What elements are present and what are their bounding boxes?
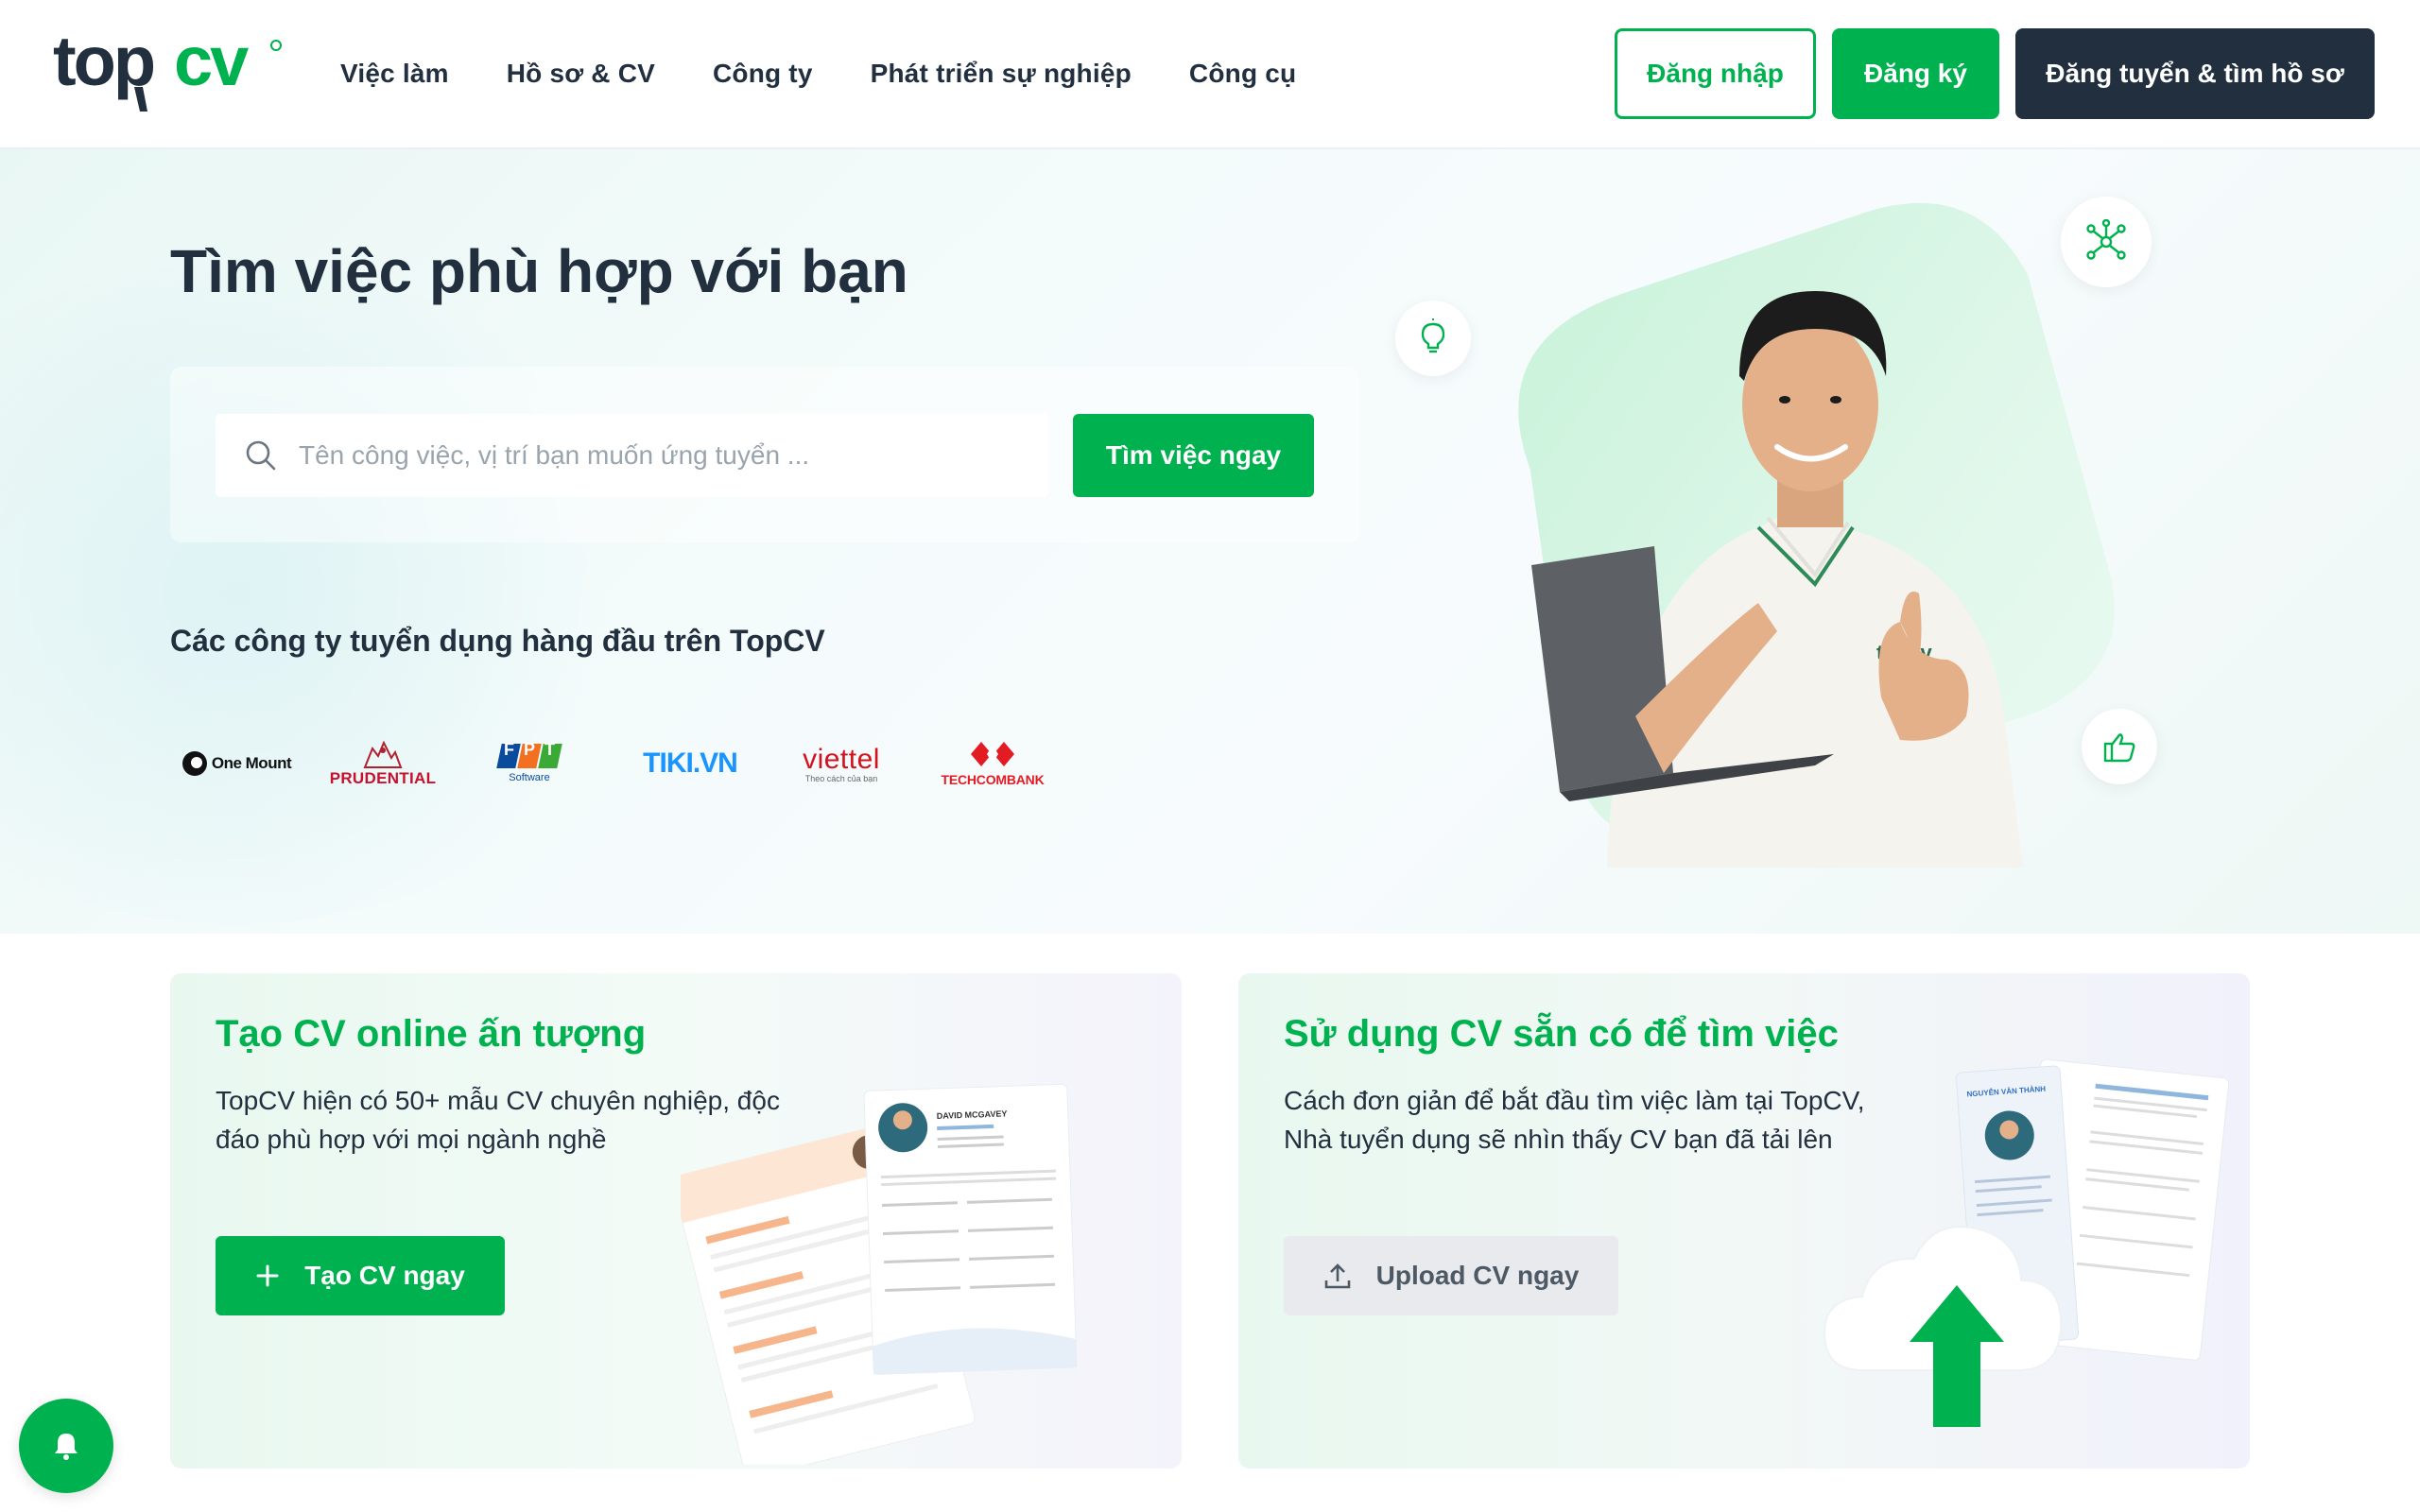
lightbulb-badge	[1395, 301, 1471, 376]
upload-cv-button[interactable]: Upload CV ngay	[1284, 1236, 1618, 1315]
company-logo-tiki[interactable]: TIKI.VN	[624, 726, 756, 801]
nav-ho-so-cv[interactable]: Hồ sơ & CV	[507, 59, 655, 89]
nav-cong-ty[interactable]: Công ty	[713, 59, 813, 89]
company-logo-viettel[interactable]: viettel Theo cách của bạn	[775, 726, 908, 801]
create-cv-card: Tạo CV online ấn tượng TopCV hiện có 50+…	[170, 973, 1182, 1469]
create-cv-button-label: Tạo CV ngay	[304, 1261, 465, 1290]
upload-cv-description: Cách đơn giản để bắt đầu tìm việc làm tạ…	[1284, 1086, 1865, 1154]
create-cv-title: Tạo CV online ấn tượng	[216, 1013, 647, 1055]
prudential-rock-icon	[363, 740, 403, 768]
company-logo-techcombank[interactable]: TECHCOMBANK	[926, 726, 1059, 801]
upload-cv-illustration: NGUYỄN VĂN THÀNH	[1823, 1058, 2230, 1427]
company-subtext: Software	[509, 772, 550, 783]
hero-illustration: topcv	[1395, 187, 2174, 934]
employer-post-button[interactable]: Đăng tuyển & tìm hồ sơ	[2015, 28, 2375, 119]
upload-icon	[1324, 1263, 1350, 1289]
create-cv-button[interactable]: Tạo CV ngay	[216, 1236, 505, 1315]
company-subtext: Theo cách của bạn	[804, 774, 878, 783]
topcv-logo[interactable]: top cv	[53, 17, 289, 123]
cv-templates-illustration: DAVID MCGAVEY	[681, 1083, 1078, 1465]
notification-bell-button[interactable]	[19, 1399, 113, 1493]
login-button[interactable]: Đăng nhập	[1615, 28, 1816, 119]
upload-cv-card: Sử dụng CV sẵn có để tìm việc Cách đơn g…	[1238, 973, 2250, 1469]
company-logo-fpt[interactable]: FPT Software	[482, 726, 577, 801]
nav-viec-lam[interactable]: Việc làm	[340, 59, 449, 89]
network-badge	[2061, 197, 2152, 287]
register-button[interactable]: Đăng ký	[1832, 28, 1999, 119]
hero-background-glow	[0, 263, 662, 924]
techcombank-diamond-icon	[971, 742, 1014, 766]
hero-title: Tìm việc phù hợp với bạn	[170, 237, 908, 305]
company-name: viettel	[803, 744, 880, 775]
company-name: TECHCOMBANK	[941, 772, 1045, 787]
company-name: One Mount	[211, 754, 292, 772]
company-logo-onemount[interactable]: One Mount	[170, 726, 302, 801]
company-logo-prudential[interactable]: PRUDENTIAL	[321, 726, 444, 801]
upload-cv-button-label: Upload CV ngay	[1375, 1261, 1580, 1290]
lightbulb-icon	[1421, 318, 1445, 353]
nav-cong-cu[interactable]: Công cụ	[1189, 59, 1296, 89]
bell-icon	[55, 1434, 78, 1460]
onemount-mark-icon	[182, 751, 207, 776]
upload-cv-title: Sử dụng CV sẵn có để tìm việc	[1284, 1013, 1839, 1055]
fpt-letters: FPT	[504, 740, 564, 759]
search-box[interactable]	[216, 414, 1049, 497]
search-jobs-button[interactable]: Tìm việc ngay	[1073, 414, 1314, 497]
top-companies-title: Các công ty tuyển dụng hàng đầu trên Top…	[170, 624, 825, 658]
hero-person-image: topcv	[1518, 202, 2115, 868]
top-header: top cv Việc làm Hồ sơ & CV Công ty Phát …	[0, 0, 2420, 149]
thumbs-up-icon	[2103, 733, 2135, 763]
svg-text:cv: cv	[174, 22, 249, 100]
plus-icon	[256, 1264, 279, 1287]
company-name: PRUDENTIAL	[329, 769, 437, 787]
hero-section: Tìm việc phù hợp với bạn Tìm việc ngay C…	[0, 149, 2420, 934]
main-nav: Việc làm Hồ sơ & CV Công ty Phát triển s…	[340, 0, 1296, 147]
job-search-input[interactable]	[299, 440, 1036, 471]
search-icon	[246, 440, 276, 471]
company-name: TIKI.VN	[643, 747, 738, 779]
nav-phat-trien-su-nghiep[interactable]: Phát triển sự nghiệp	[871, 59, 1132, 89]
thumbs-up-badge	[2082, 709, 2157, 784]
network-nodes-icon	[2086, 219, 2126, 260]
